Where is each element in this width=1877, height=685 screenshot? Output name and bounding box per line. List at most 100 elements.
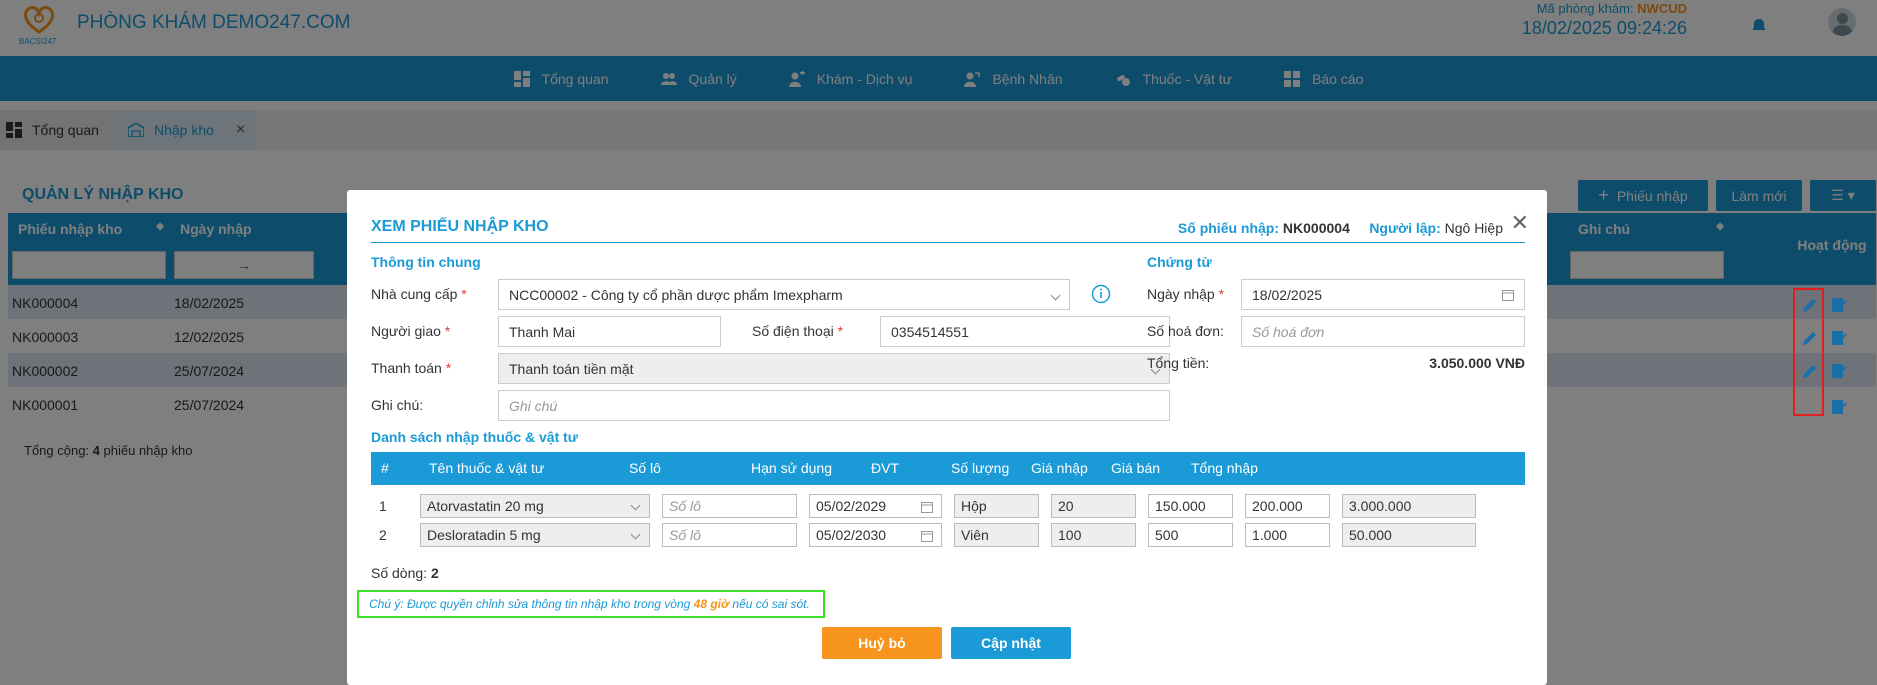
rows-count: 2 [430, 565, 439, 581]
import-date-value: 18/02/2025 [1252, 287, 1323, 303]
item-qty: 20 [1051, 494, 1136, 518]
import-date-label-text: Ngày nhập [1147, 286, 1215, 302]
grid-col-price: Giá bán [1111, 460, 1161, 476]
creator-name: Ngô Hiệp [1444, 220, 1503, 236]
notice-text-2: nếu có sai sót. [732, 597, 810, 611]
view-receipt-modal: XEM PHIẾU NHẬP KHO Số phiếu nhập: NK0000… [347, 190, 1547, 685]
phone-label: Số điện thoại * [752, 323, 843, 339]
payment-label: Thanh toán * [371, 360, 451, 376]
total-label: Tổng tiền: [1147, 355, 1210, 371]
title-divider [371, 242, 1525, 243]
grid-col-expiry: Hạn sử dụng [751, 460, 832, 476]
view-icon[interactable] [1830, 329, 1848, 347]
required-mark: * [461, 286, 467, 302]
item-total: 3.000.000 [1342, 494, 1476, 518]
grid-col-lot: Số lô [629, 460, 661, 476]
modal-meta: Số phiếu nhập: NK000004 Người lập: Ngô H… [1178, 220, 1503, 236]
notice-hours: 48 giờ [693, 597, 730, 611]
item-lot-placeholder: Số lô [669, 498, 701, 514]
view-icon[interactable] [1830, 296, 1848, 314]
item-expiry-input[interactable]: 05/02/2029 [809, 494, 942, 518]
item-no: 2 [379, 527, 387, 543]
item-lot-input[interactable]: Số lô [662, 523, 797, 547]
calendar-icon [921, 502, 933, 513]
creator-label: Người lập: [1369, 220, 1441, 236]
grid-col-no: # [381, 460, 389, 476]
edit-icon[interactable] [1801, 296, 1819, 314]
supplier-label-text: Nhà cung cấp [371, 286, 458, 302]
required-mark: * [444, 323, 451, 339]
receipt-no-label: Số phiếu nhập: [1177, 220, 1280, 236]
payment-value: Thanh toán tiền mặt [509, 361, 634, 377]
chevron-down-icon [1050, 290, 1061, 301]
note-label: Ghi chú: [371, 397, 424, 413]
item-total: 50.000 [1342, 523, 1476, 547]
import-date-label: Ngày nhập * [1147, 286, 1224, 302]
close-icon[interactable]: ✕ [1511, 210, 1529, 236]
grid-col-total: Tổng nhập [1191, 460, 1258, 476]
item-cost-input[interactable]: 500 [1148, 523, 1233, 547]
supplier-select[interactable]: NCC00002 - Công ty cổ phần dược phẩm Ime… [498, 279, 1070, 310]
item-qty: 100 [1051, 523, 1136, 547]
required-mark: * [1218, 286, 1225, 302]
item-no: 1 [379, 498, 387, 514]
item-name-select[interactable]: Desloratadin 5 mg [420, 523, 650, 547]
modal-title: XEM PHIẾU NHẬP KHO [371, 218, 549, 235]
item-unit: Hộp [954, 494, 1039, 518]
item-lot-placeholder: Số lô [669, 527, 701, 543]
general-section-title: Thông tin chung [371, 254, 481, 270]
phone-label-text: Số điện thoại [752, 323, 834, 339]
edit-icon[interactable] [1801, 362, 1819, 380]
receipt-no: NK000004 [1282, 220, 1350, 236]
invoice-placeholder: Số hoá đơn [1252, 324, 1325, 340]
chevron-down-icon [630, 500, 641, 511]
item-price-input[interactable]: 1.000 [1245, 523, 1330, 547]
deliverer-label-text: Người giao [371, 323, 441, 339]
supplier-value: NCC00002 - Công ty cổ phần dược phẩm Ime… [509, 287, 843, 303]
grid-col-name: Tên thuốc & vật tư [429, 460, 545, 476]
item-grid-header: # Tên thuốc & vật tư Số lô Hạn sử dụng Đ… [371, 452, 1525, 485]
rows-count-line: Số dòng: 2 [371, 565, 439, 581]
deliverer-label: Người giao * [371, 323, 450, 339]
info-icon[interactable] [1091, 284, 1111, 304]
import-date-input[interactable]: 18/02/2025 [1241, 279, 1525, 310]
payment-label-text: Thanh toán [371, 360, 442, 376]
item-name-select[interactable]: Atorvastatin 20 mg [420, 494, 650, 518]
calendar-icon [1502, 290, 1514, 301]
invoice-label: Số hoá đơn: [1147, 323, 1224, 339]
item-price-input[interactable]: 200.000 [1245, 494, 1330, 518]
item-unit: Viên [954, 523, 1039, 547]
chevron-down-icon [630, 529, 641, 540]
cancel-button[interactable]: Huỷ bỏ [822, 627, 942, 659]
total-value: 3.050.000 VNĐ [1429, 355, 1525, 371]
phone-input[interactable]: 0354514551 [880, 316, 1170, 347]
required-mark: * [445, 360, 452, 376]
invoice-input[interactable]: Số hoá đơn [1241, 316, 1525, 347]
edit-icon[interactable] [1801, 329, 1819, 347]
supplier-label: Nhà cung cấp * [371, 286, 467, 302]
note-input[interactable]: Ghi chú [498, 390, 1170, 421]
view-icon[interactable] [1830, 362, 1848, 380]
notice-text-1: Chú ý: Được quyền chỉnh sửa thông tin nh… [369, 597, 691, 611]
item-name: Desloratadin 5 mg [427, 527, 541, 543]
item-name: Atorvastatin 20 mg [427, 498, 544, 514]
voucher-section-title: Chứng từ [1147, 254, 1212, 270]
deliverer-input[interactable]: Thanh Mai [498, 316, 721, 347]
view-icon[interactable] [1830, 398, 1848, 416]
update-button[interactable]: Cập nhật [951, 627, 1071, 659]
note-placeholder: Ghi chú [509, 398, 558, 414]
required-mark: * [837, 323, 844, 339]
grid-col-cost: Giá nhập [1031, 460, 1088, 476]
payment-select[interactable]: Thanh toán tiền mặt [498, 353, 1170, 384]
grid-col-unit: ĐVT [871, 460, 899, 476]
rows-label: Số dòng: [371, 565, 428, 581]
item-cost-input[interactable]: 150.000 [1148, 494, 1233, 518]
item-list-title: Danh sách nhập thuốc & vật tư [371, 429, 578, 445]
edit-notice: Chú ý: Được quyền chỉnh sửa thông tin nh… [357, 590, 825, 618]
grid-col-qty: Số lượng [951, 460, 1010, 476]
item-lot-input[interactable]: Số lô [662, 494, 797, 518]
calendar-icon [921, 531, 933, 542]
item-expiry-input[interactable]: 05/02/2030 [809, 523, 942, 547]
item-expiry: 05/02/2029 [816, 498, 887, 514]
item-expiry: 05/02/2030 [816, 527, 887, 543]
